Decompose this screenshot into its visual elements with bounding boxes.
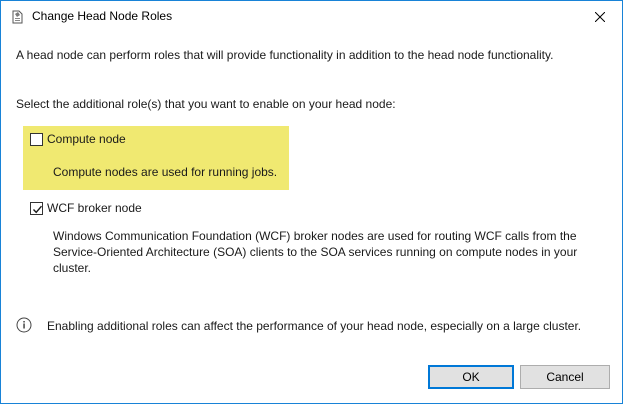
wcf-broker-node-label[interactable]: WCF broker node: [47, 201, 142, 215]
checkmark-icon: [32, 205, 43, 214]
info-icon: [16, 317, 32, 333]
wcf-broker-node-checkbox[interactable]: [30, 202, 43, 215]
title-bar[interactable]: Change Head Node Roles: [1, 1, 622, 32]
cancel-button[interactable]: Cancel: [520, 365, 610, 389]
wcf-description-line: cluster.: [53, 261, 92, 275]
close-icon: [594, 11, 605, 22]
change-head-node-roles-dialog: Change Head Node Roles A head node can p…: [0, 0, 623, 404]
wcf-description-line: Service-Oriented Architecture (SOA) clie…: [53, 245, 578, 259]
info-text: Enabling additional roles can affect the…: [47, 319, 582, 333]
intro-text: A head node can perform roles that will …: [16, 48, 554, 62]
wcf-description-line: Windows Communication Foundation (WCF) b…: [53, 229, 577, 243]
select-prompt: Select the additional role(s) that you w…: [16, 97, 396, 111]
compute-node-label[interactable]: Compute node: [47, 132, 126, 146]
ok-button[interactable]: OK: [428, 365, 514, 389]
close-button[interactable]: [577, 1, 622, 32]
compute-node-checkbox[interactable]: [30, 133, 43, 146]
window-title: Change Head Node Roles: [32, 9, 173, 23]
wcf-broker-node-description: Windows Communication Foundation (WCF) b…: [53, 228, 593, 276]
head-node-roles-icon: [12, 10, 23, 24]
compute-node-description: Compute nodes are used for running jobs.: [53, 165, 278, 179]
